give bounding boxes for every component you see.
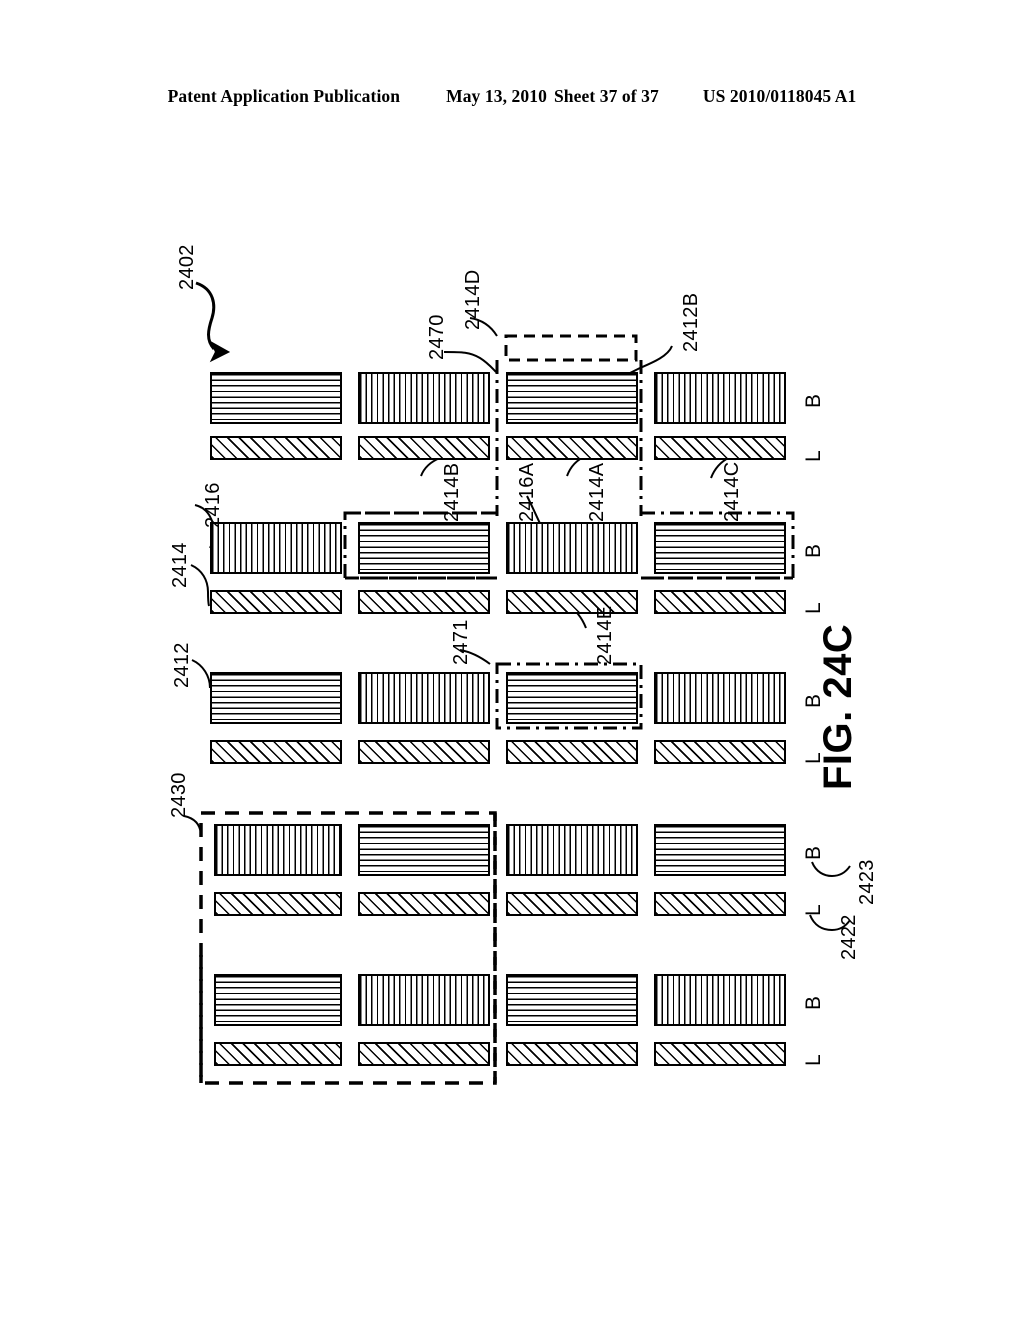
ref-label-2402: 2402 <box>176 244 198 290</box>
block-body-r5c2 <box>358 974 490 1026</box>
block-body-r4c2 <box>358 824 490 876</box>
ref-2470-leader <box>443 351 497 373</box>
block-line-r2c1 <box>210 590 342 614</box>
block-line-r2c3 <box>506 590 638 614</box>
block-line-r1c1 <box>210 436 342 460</box>
dashed-box-2414d <box>504 334 638 362</box>
block-body-r4c1 <box>214 824 342 876</box>
ref-label-2414: 2414 <box>169 542 191 588</box>
block-body-r3c2 <box>358 672 490 724</box>
ref-label-2416: 2416 <box>202 482 224 528</box>
ref-label-2414A: 2414A <box>586 462 608 522</box>
block-line-r3c3 <box>506 740 638 764</box>
row-marker-b-4: B <box>802 845 825 860</box>
ref-label-2412: 2412 <box>171 642 193 688</box>
block-body-r1c3 <box>506 372 638 424</box>
row-marker-b-2: B <box>802 543 825 558</box>
row-marker-l-2: L <box>802 602 825 614</box>
block-line-r3c4 <box>654 740 786 764</box>
block-line-r5c1 <box>214 1042 342 1066</box>
block-line-r1c2 <box>358 436 490 460</box>
block-body-r3c1 <box>210 672 342 724</box>
block-body-r4c3 <box>506 824 638 876</box>
row-marker-b-1: B <box>802 393 825 408</box>
block-line-r2c4 <box>654 590 786 614</box>
block-body-r4c4 <box>654 824 786 876</box>
ref-label-2430: 2430 <box>168 772 190 818</box>
ref-2414-leader <box>190 564 210 607</box>
ref-label-2414B: 2414B <box>441 462 463 522</box>
ref-2412-leader <box>191 659 211 689</box>
figure-caption: FIG. 24C <box>816 623 860 790</box>
ref-2423-leader <box>811 861 851 878</box>
block-line-r4c4 <box>654 892 786 916</box>
block-body-r5c1 <box>214 974 342 1026</box>
block-line-r1c4 <box>654 436 786 460</box>
block-body-r2c2 <box>358 522 490 574</box>
block-body-r5c3 <box>506 974 638 1026</box>
row-marker-l-1: L <box>802 450 825 462</box>
block-body-r1c2 <box>358 372 490 424</box>
block-line-r5c4 <box>654 1042 786 1066</box>
block-body-r3c3 <box>506 672 638 724</box>
ref-label-2470: 2470 <box>426 314 448 360</box>
block-line-r2c2 <box>358 590 490 614</box>
block-line-r4c1 <box>214 892 342 916</box>
block-body-r2c4 <box>654 522 786 574</box>
block-line-r4c2 <box>358 892 490 916</box>
block-line-r3c1 <box>210 740 342 764</box>
block-line-r5c2 <box>358 1042 490 1066</box>
ref-2414B-leader <box>420 457 441 477</box>
row-marker-b-5: B <box>802 995 825 1010</box>
block-line-r5c3 <box>506 1042 638 1066</box>
patent-figure-24c: B L B L B L B L B L 2402 2470 2414D 2412… <box>0 0 1024 1320</box>
block-body-r1c4 <box>654 372 786 424</box>
ref-label-2414D: 2414D <box>462 269 484 330</box>
block-body-r3c4 <box>654 672 786 724</box>
ref-label-2416A: 2416A <box>516 462 538 522</box>
block-line-r1c3 <box>506 436 638 460</box>
row-marker-l-4: L <box>802 904 825 916</box>
ref-label-2414C: 2414C <box>721 461 743 522</box>
ref-2430-leader <box>183 815 202 835</box>
ref-label-2423: 2423 <box>856 859 878 905</box>
block-body-r1c1 <box>210 372 342 424</box>
ref-2402-leader <box>195 281 216 350</box>
ref-label-2414E: 2414E <box>594 605 616 665</box>
block-body-r2c1 <box>210 522 342 574</box>
ref-label-2412B: 2412B <box>680 292 702 352</box>
ref-2402-arrowhead <box>209 340 231 363</box>
row-marker-l-5: L <box>802 1054 825 1066</box>
figure-line-overlay <box>183 281 851 1085</box>
block-line-r4c3 <box>506 892 638 916</box>
block-body-r5c4 <box>654 974 786 1026</box>
ref-label-2422: 2422 <box>838 914 860 960</box>
block-body-r2c3 <box>506 522 638 574</box>
block-line-r3c2 <box>358 740 490 764</box>
ref-label-2471: 2471 <box>450 619 472 665</box>
